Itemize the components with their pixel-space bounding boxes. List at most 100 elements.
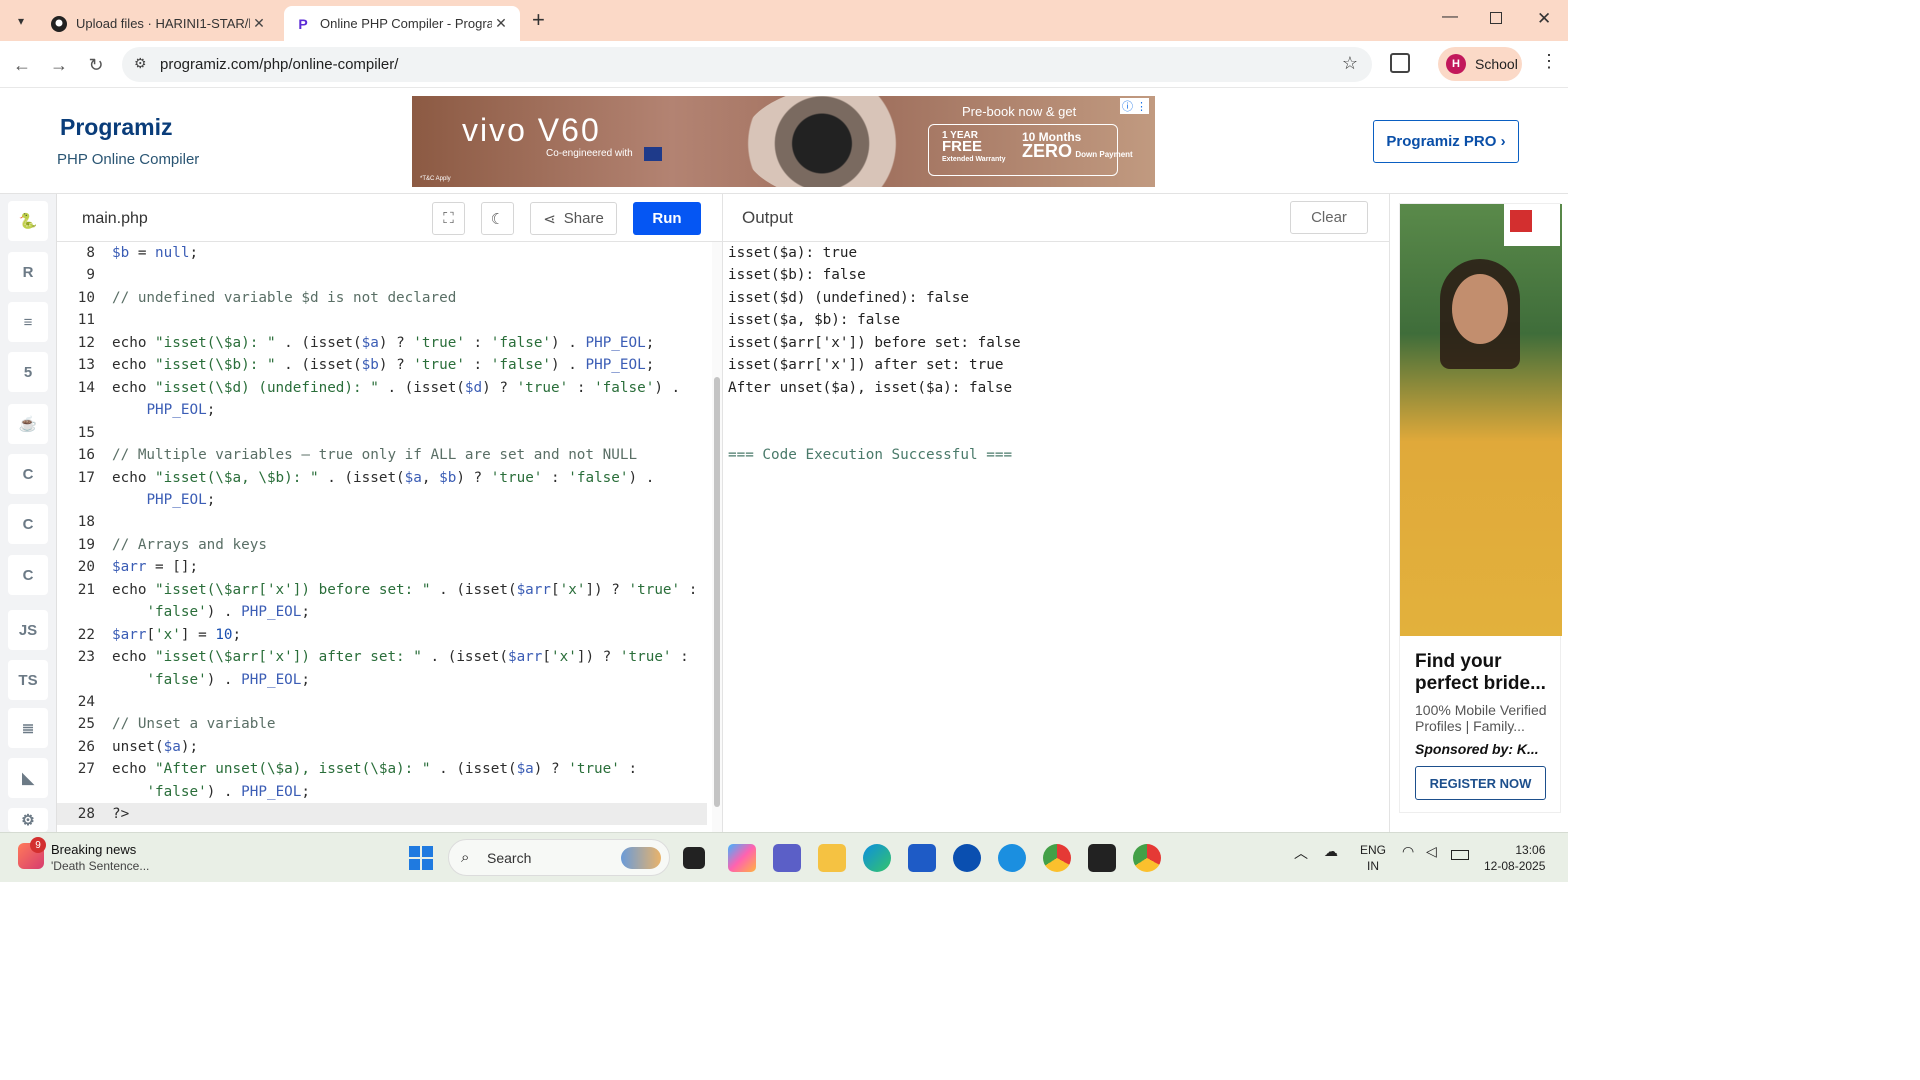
fullscreen-button[interactable]: ⛶ (432, 202, 465, 235)
code-line[interactable]: 12 echo "isset(\$a): " . (isset($a) ? 'tr… (57, 332, 707, 354)
r-icon[interactable]: R (8, 252, 48, 292)
code-line[interactable]: 11 (57, 309, 707, 331)
site-info-icon[interactable]: ⚙ (134, 55, 147, 72)
task-view-icon[interactable] (683, 847, 705, 869)
show-hidden-icons[interactable]: ︿ (1294, 843, 1308, 863)
code-line[interactable]: 19 // Arrays and keys (57, 534, 707, 556)
output-console[interactable]: isset($a): true isset($b): false isset($… (722, 242, 1389, 832)
address-bar[interactable]: ⚙ programiz.com/php/online-compiler/ ☆ (122, 47, 1372, 82)
cpp-icon[interactable]: C (8, 504, 48, 544)
swift-icon[interactable]: ◣ (8, 758, 48, 798)
output-line: isset($b): false (728, 267, 866, 283)
code-line[interactable]: 8 $b = null; (57, 242, 707, 264)
ad-offer-warranty: 1 YEAR FREE Extended Warranty (942, 130, 1006, 165)
hp-icon[interactable] (953, 844, 981, 872)
forward-icon[interactable]: → (47, 53, 71, 77)
top-banner-ad[interactable]: vivo V60 Co-engineered with *T&C Apply P… (412, 96, 1155, 187)
code-line[interactable]: 10 // undefined variable $d is not declar… (57, 287, 707, 309)
programiz-pro-button[interactable]: Programiz PRO › (1373, 120, 1519, 163)
code-line[interactable]: 22 $arr['x'] = 10; (57, 624, 707, 646)
tab-upload-files[interactable]: Upload files · HARINI1-STAR/ht ✕ (40, 6, 278, 41)
c-icon[interactable]: C (8, 454, 48, 494)
minimize-icon[interactable]: — (1442, 8, 1458, 26)
help-icon[interactable] (998, 844, 1026, 872)
close-window-icon[interactable]: ✕ (1537, 9, 1551, 29)
code-line[interactable]: PHP_EOL; (57, 399, 707, 421)
volume-icon[interactable]: ◁ (1426, 843, 1437, 860)
js-icon[interactable]: JS (8, 610, 48, 650)
code-line[interactable]: 16 // Multiple variables — true only if A… (57, 444, 707, 466)
code-line[interactable]: 24 (57, 691, 707, 713)
profile-button[interactable]: H School (1438, 47, 1522, 81)
teams-icon[interactable] (773, 844, 801, 872)
taskbar-search[interactable]: ⌕ Search (448, 839, 670, 876)
clear-button[interactable]: Clear (1290, 201, 1368, 234)
edge-icon[interactable] (863, 844, 891, 872)
tab-search-button[interactable]: ▾ (10, 10, 32, 32)
code-line[interactable]: PHP_EOL; (57, 489, 707, 511)
scrollbar-thumb[interactable] (714, 377, 720, 807)
csharp-icon[interactable]: C (8, 555, 48, 595)
chrome-icon[interactable] (1043, 844, 1071, 872)
ts-icon[interactable]: TS (8, 660, 48, 700)
onedrive-icon[interactable]: ☁ (1324, 843, 1338, 860)
code-line[interactable]: 25 // Unset a variable (57, 713, 707, 735)
clock[interactable]: 13:06 12-08-2025 (1484, 842, 1545, 874)
line-number: 26 (77, 738, 95, 755)
code-line[interactable]: 14 echo "isset(\$d) (undefined): " . (iss… (57, 377, 707, 399)
rust-icon[interactable]: ⚙ (8, 808, 48, 832)
code-line[interactable]: 'false') . PHP_EOL; (57, 669, 707, 691)
code-line[interactable]: 28 ?> (57, 803, 707, 826)
bookmark-star-icon[interactable]: ☆ (1342, 53, 1358, 74)
run-button[interactable]: Run (633, 202, 701, 235)
menu-kebab-icon[interactable]: ⋮ (1540, 51, 1558, 72)
code-line[interactable]: 20 $arr = []; (57, 556, 707, 578)
profile-name: School (1475, 56, 1518, 72)
line-number: 23 (77, 649, 95, 666)
ad-offer2-line3: Down Payment (1075, 150, 1133, 159)
code-line[interactable]: 15 (57, 422, 707, 444)
output-line: isset($a): true (728, 245, 858, 261)
copilot-icon[interactable] (728, 844, 756, 872)
editor-scrollbar[interactable] (712, 242, 722, 832)
right-ad-column: Find your perfect bride... 100% Mobile V… (1389, 194, 1568, 832)
close-tab-icon[interactable]: ✕ (250, 15, 268, 32)
back-icon[interactable]: ← (10, 53, 34, 77)
go-icon[interactable]: ≣ (8, 708, 48, 748)
close-tab-icon[interactable]: ✕ (492, 15, 510, 32)
matrimony-ad[interactable]: Find your perfect bride... 100% Mobile V… (1399, 203, 1562, 813)
code-line[interactable]: 21 echo "isset(\$arr['x']) before set: " … (57, 579, 707, 601)
sql-icon[interactable]: ≡ (8, 302, 48, 342)
dark-mode-toggle[interactable]: ☾ (481, 202, 514, 235)
python-icon[interactable]: 🐍 (8, 201, 48, 241)
chrome-profile-icon[interactable] (1133, 844, 1161, 872)
code-line[interactable]: 9 (57, 264, 707, 286)
new-tab-button[interactable]: + (532, 7, 545, 33)
language-indicator[interactable]: ENG IN (1360, 842, 1386, 874)
code-line[interactable]: 'false') . PHP_EOL; (57, 781, 707, 803)
code-line[interactable]: 18 (57, 511, 707, 533)
store-icon[interactable] (908, 844, 936, 872)
programiz-logo[interactable]: Programiz (60, 114, 172, 141)
file-explorer-icon[interactable] (818, 844, 846, 872)
register-now-button[interactable]: REGISTER NOW (1415, 766, 1546, 800)
battery-icon[interactable] (1451, 850, 1469, 860)
restore-icon[interactable] (1490, 12, 1502, 24)
windows-start-icon[interactable] (409, 846, 433, 870)
extensions-icon[interactable] (1390, 53, 1410, 73)
code-line[interactable]: 17 echo "isset(\$a, \$b): " . (isset($a, … (57, 467, 707, 489)
code-line[interactable]: 23 echo "isset(\$arr['x']) after set: " .… (57, 646, 707, 668)
code-editor[interactable]: 8 $b = null; 9 10 // undefined variable $d i… (57, 242, 707, 832)
ad-info-icon[interactable]: ⓘ ⋮ (1119, 98, 1149, 114)
html-icon[interactable]: 5 (8, 352, 48, 392)
code-line[interactable]: 'false') . PHP_EOL; (57, 601, 707, 623)
reload-icon[interactable]: ↻ (84, 53, 108, 77)
share-button[interactable]: ⋖ Share (530, 202, 617, 235)
java-icon[interactable]: ☕ (8, 404, 48, 444)
sticky-notes-icon[interactable] (1088, 844, 1116, 872)
wifi-icon[interactable]: ◠ (1402, 843, 1414, 860)
code-line[interactable]: 26 unset($a); (57, 736, 707, 758)
tab-online-php-compiler[interactable]: P Online PHP Compiler - Program ✕ (284, 6, 520, 41)
code-line[interactable]: 27 echo "After unset(\$a), isset(\$a): " … (57, 758, 707, 780)
code-line[interactable]: 13 echo "isset(\$b): " . (isset($b) ? 'tr… (57, 354, 707, 376)
